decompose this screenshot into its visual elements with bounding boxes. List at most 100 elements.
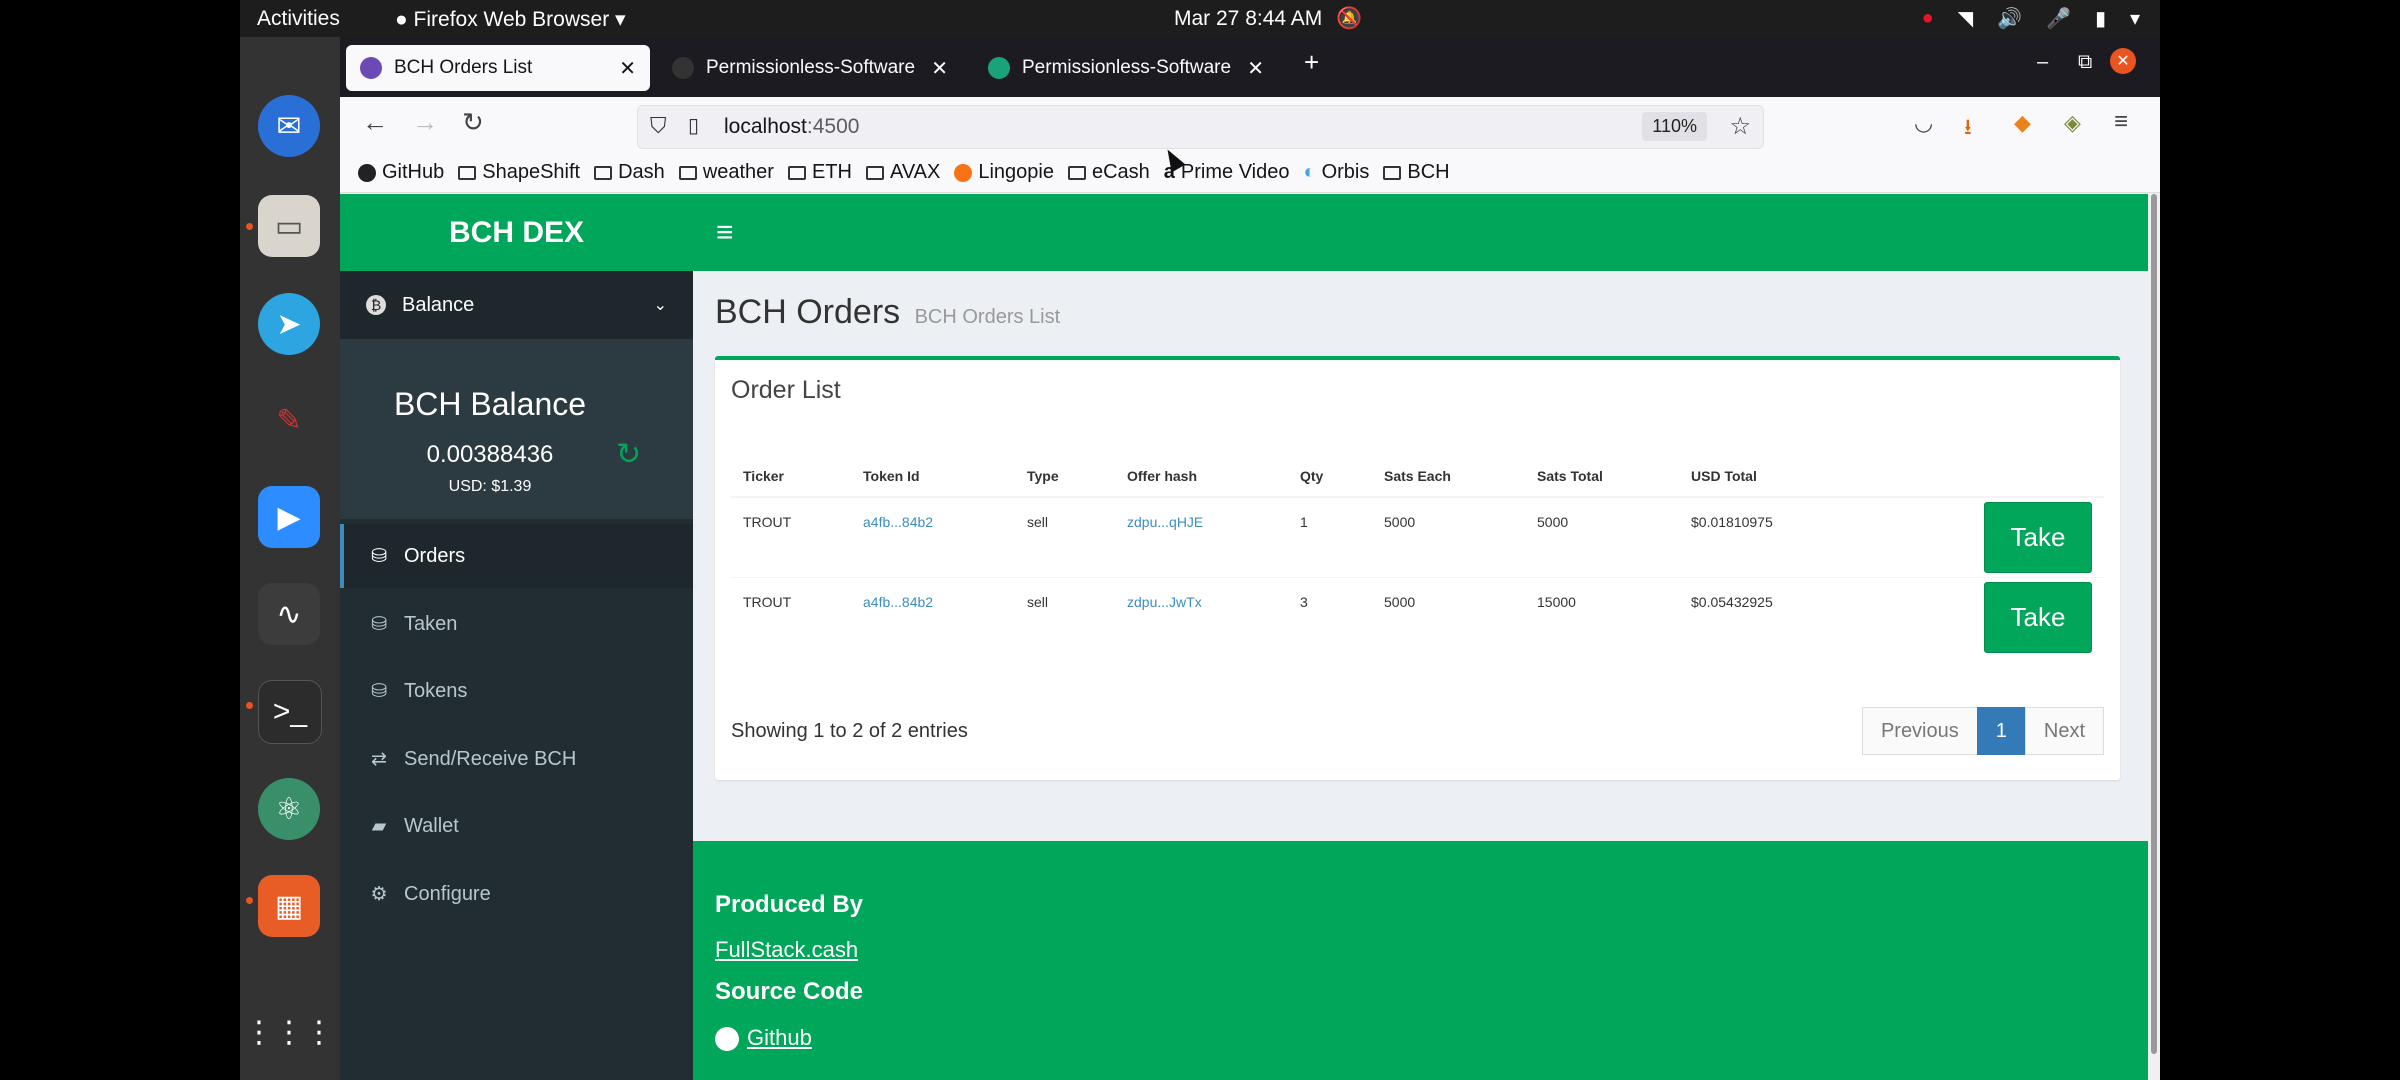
presentation-icon[interactable]: ▦ bbox=[258, 875, 320, 937]
navigation-toolbar: ← → ↻ ⛉ ▯ localhost:4500 110% ☆ ◡ ⭳ ◆ ◈ … bbox=[340, 97, 2160, 153]
bookmark-label: BCH bbox=[1407, 161, 1450, 183]
url-port: :4500 bbox=[806, 115, 860, 138]
system-tray[interactable]: ● ◥ 🔊 🎤 ▮ ▾ bbox=[1922, 6, 2140, 31]
github-icon bbox=[672, 57, 694, 79]
sidebar-item-label: Wallet bbox=[404, 814, 459, 837]
type-cell: sell bbox=[1015, 577, 1115, 657]
inkscape-icon[interactable]: ✎ bbox=[258, 389, 320, 451]
qty-cell: 1 bbox=[1288, 496, 1372, 578]
tab-permissionless-2[interactable]: Permissionless-Software ✕ bbox=[974, 45, 1278, 91]
take-button[interactable]: Take bbox=[1984, 582, 2092, 653]
folder-icon bbox=[1383, 165, 1402, 180]
minimize-button[interactable]: – bbox=[2037, 51, 2048, 74]
zoom-icon[interactable]: ▶ bbox=[258, 486, 320, 548]
shield-icon[interactable]: ⛉ bbox=[650, 113, 667, 139]
app-menu[interactable]: ● Firefox Web Browser ▾ bbox=[395, 7, 626, 32]
system-monitor-icon[interactable]: ∿ bbox=[258, 583, 320, 645]
folder-icon bbox=[594, 165, 613, 180]
close-icon[interactable]: ✕ bbox=[1247, 56, 1264, 81]
hamburger-icon[interactable]: ≡ bbox=[716, 216, 734, 250]
offer-hash-link[interactable]: zdpu...qHJE bbox=[1127, 514, 1203, 530]
star-icon[interactable]: ☆ bbox=[1729, 112, 1751, 141]
sidebar-item-orders[interactable]: ⛁ Orders bbox=[340, 524, 693, 588]
box-title: Order List bbox=[731, 376, 841, 404]
bookmark-github[interactable]: GitHub bbox=[358, 161, 444, 184]
tab-bch-orders[interactable]: BCH Orders List ✕ bbox=[346, 45, 650, 91]
sidebar-item-taken[interactable]: ⛁ Taken bbox=[340, 592, 693, 656]
volume-icon: 🔊 bbox=[1997, 8, 2023, 30]
bookmark-avax[interactable]: AVAX bbox=[865, 161, 940, 184]
zoom-level[interactable]: 110% bbox=[1642, 112, 1707, 141]
previous-button[interactable]: Previous bbox=[1861, 707, 1978, 755]
bookmark-label: eCash bbox=[1091, 161, 1150, 183]
sidebar-item-send-receive[interactable]: ⇄ Send/Receive BCH bbox=[340, 727, 693, 791]
sidebar-item-wallet[interactable]: ▰ Wallet bbox=[340, 794, 693, 858]
offer-hash-link[interactable]: zdpu...JwTx bbox=[1127, 594, 1202, 610]
sidebar-item-configure[interactable]: ⚙ Configure bbox=[340, 862, 693, 926]
take-button[interactable]: Take bbox=[1984, 502, 2092, 573]
scrollbar-thumb[interactable] bbox=[2151, 194, 2157, 1054]
bookmark-shapeshift[interactable]: ShapeShift bbox=[458, 161, 580, 184]
terminal-icon[interactable]: >_ bbox=[258, 680, 322, 744]
column-header[interactable]: Qty bbox=[1288, 452, 1372, 498]
bell-muted-icon: 🔕 bbox=[1336, 7, 1363, 30]
page-scrollbar[interactable] bbox=[2148, 194, 2160, 1080]
atom-icon[interactable]: ⚛ bbox=[258, 778, 320, 840]
extension-icon[interactable]: ◈ bbox=[2064, 110, 2081, 136]
maximize-button[interactable]: ⧉ bbox=[2078, 51, 2092, 74]
bookmark-lingopie[interactable]: Lingopie bbox=[954, 161, 1054, 184]
token-id-link[interactable]: a4fb...84b2 bbox=[863, 514, 933, 530]
download-icon[interactable]: ⭳ bbox=[1964, 110, 1972, 148]
close-window-button[interactable]: ✕ bbox=[2110, 48, 2136, 74]
tab-permissionless-1[interactable]: Permissionless-Software ✕ bbox=[658, 45, 962, 91]
page-1-button[interactable]: 1 bbox=[1976, 707, 2026, 755]
url-text[interactable]: localhost:4500 bbox=[724, 115, 859, 139]
metamask-icon[interactable]: ◆ bbox=[2014, 110, 2031, 136]
logo[interactable]: BCH DEX bbox=[340, 194, 693, 271]
fullstack-link[interactable]: FullStack.cash bbox=[715, 937, 858, 963]
reload-button[interactable]: ↻ bbox=[462, 107, 484, 138]
next-button[interactable]: Next bbox=[2024, 707, 2104, 755]
github-link[interactable]: Github bbox=[715, 1025, 812, 1052]
telegram-icon[interactable]: ➤ bbox=[258, 293, 320, 355]
clock[interactable]: Mar 27 8:44 AM 🔕 bbox=[1174, 7, 1362, 31]
running-indicator bbox=[246, 702, 253, 709]
sidebar-item-tokens[interactable]: ⛁ Tokens bbox=[340, 659, 693, 723]
sats-total-cell: 5000 bbox=[1525, 496, 1679, 578]
pocket-icon[interactable]: ◡ bbox=[1914, 110, 1933, 136]
column-header[interactable]: Ticker bbox=[731, 452, 851, 498]
bookmark-label: Dash bbox=[618, 161, 665, 183]
bookmark-label: GitHub bbox=[382, 161, 445, 183]
show-apps-icon[interactable]: ⋮⋮⋮ bbox=[244, 1001, 334, 1063]
column-header[interactable]: Sats Each bbox=[1372, 452, 1525, 498]
column-header[interactable]: Token Id bbox=[851, 452, 1015, 498]
forward-button[interactable]: → bbox=[412, 107, 438, 138]
column-header[interactable]: Sats Total bbox=[1525, 452, 1679, 498]
sidebar-item-label: Configure bbox=[404, 882, 491, 905]
wallet-icon: ▰ bbox=[371, 815, 387, 837]
bookmark-dash[interactable]: Dash bbox=[594, 161, 665, 184]
page-icon[interactable]: ▯ bbox=[688, 113, 699, 138]
tab-strip: BCH Orders List ✕ Permissionless-Softwar… bbox=[340, 37, 2160, 97]
back-button[interactable]: ← bbox=[362, 107, 388, 138]
bookmark-weather[interactable]: weather bbox=[678, 161, 774, 184]
menu-icon[interactable]: ≡ bbox=[2114, 108, 2128, 136]
bookmark-ecash[interactable]: eCash bbox=[1067, 161, 1150, 184]
close-icon[interactable]: ✕ bbox=[619, 56, 636, 81]
column-header[interactable]: Type bbox=[1015, 452, 1115, 498]
new-tab-button[interactable]: + bbox=[1304, 47, 1319, 78]
url-bar[interactable]: ⛉ ▯ localhost:4500 110% ☆ bbox=[637, 105, 1764, 149]
column-header[interactable]: USD Total bbox=[1679, 452, 1903, 498]
files-icon[interactable]: ▭ bbox=[258, 195, 320, 257]
column-header[interactable]: Offer hash bbox=[1115, 452, 1288, 498]
bookmark-bch[interactable]: BCH bbox=[1383, 161, 1450, 184]
refresh-icon[interactable]: ↻ bbox=[616, 437, 641, 472]
bookmark-orbis[interactable]: ◐ Orbis bbox=[1304, 161, 1370, 184]
activities-button[interactable]: Activities bbox=[257, 7, 340, 31]
thunderbird-icon[interactable]: ✉ bbox=[258, 95, 320, 157]
github-icon bbox=[715, 1027, 739, 1052]
balance-toggle[interactable]: ₿ Balance ⌄ bbox=[340, 271, 693, 339]
close-icon[interactable]: ✕ bbox=[931, 56, 948, 81]
token-id-link[interactable]: a4fb...84b2 bbox=[863, 594, 933, 610]
bookmark-eth[interactable]: ETH bbox=[787, 161, 852, 184]
